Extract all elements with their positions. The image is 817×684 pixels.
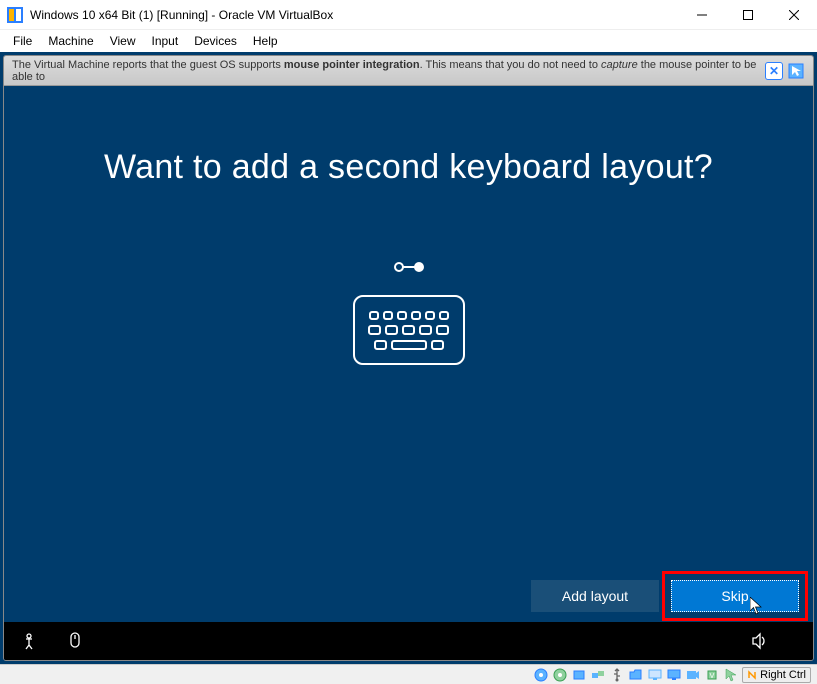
- status-chip-icon[interactable]: V: [704, 667, 720, 683]
- svg-text:V: V: [710, 673, 715, 680]
- menu-view[interactable]: View: [103, 32, 143, 50]
- menu-file[interactable]: File: [6, 32, 39, 50]
- notif-text-2: . This means that you do not need to: [420, 59, 601, 71]
- notification-text: The Virtual Machine reports that the gue…: [12, 59, 765, 83]
- input-method-icon[interactable]: [66, 632, 84, 650]
- status-disc-icon[interactable]: [533, 667, 549, 683]
- titlebar: Windows 10 x64 Bit (1) [Running] - Oracl…: [0, 0, 817, 30]
- notif-text-bold: mouse pointer integration: [284, 59, 420, 71]
- menu-devices[interactable]: Devices: [187, 32, 244, 50]
- close-button[interactable]: [771, 0, 817, 29]
- status-hdd-icon[interactable]: [552, 667, 568, 683]
- menu-input[interactable]: Input: [145, 32, 186, 50]
- notif-text-1: The Virtual Machine reports that the gue…: [12, 59, 284, 71]
- status-display-icon-1[interactable]: [647, 667, 663, 683]
- host-key-label: Right Ctrl: [760, 669, 806, 681]
- window-controls: [679, 0, 817, 29]
- status-usb-icon[interactable]: [609, 667, 625, 683]
- window-title: Windows 10 x64 Bit (1) [Running] - Oracl…: [30, 8, 679, 22]
- status-shared-folder-icon[interactable]: [628, 667, 644, 683]
- menu-machine[interactable]: Machine: [41, 32, 100, 50]
- status-network-icon[interactable]: [590, 667, 606, 683]
- ease-of-access-icon[interactable]: [20, 632, 38, 650]
- minimize-button[interactable]: [679, 0, 725, 29]
- notif-text-italic: capture: [601, 59, 638, 71]
- menubar: File Machine View Input Devices Help: [0, 30, 817, 52]
- cursor-icon: [750, 597, 762, 615]
- host-key-indicator[interactable]: Right Ctrl: [742, 667, 811, 683]
- virtualbox-statusbar: V Right Ctrl: [0, 664, 817, 684]
- notification-close-icon[interactable]: ✕: [765, 62, 783, 80]
- system-bar: [4, 622, 813, 660]
- notification-cursor-icon[interactable]: [787, 62, 805, 80]
- oobe-screen: Want to add a second keyboard layout?: [4, 86, 813, 660]
- maximize-button[interactable]: [725, 0, 771, 29]
- oobe-heading: Want to add a second keyboard layout?: [104, 148, 713, 187]
- notification-bar: The Virtual Machine reports that the gue…: [4, 56, 813, 86]
- status-mouse-icon[interactable]: [723, 667, 739, 683]
- status-recording-icon[interactable]: [685, 667, 701, 683]
- vm-content-area: The Virtual Machine reports that the gue…: [0, 52, 817, 664]
- status-audio-icon[interactable]: [571, 667, 587, 683]
- skip-button-label: Skip: [721, 588, 748, 604]
- status-display-icon-2[interactable]: [666, 667, 682, 683]
- oobe-button-row: Add layout Skip: [531, 580, 799, 612]
- add-layout-button[interactable]: Add layout: [531, 580, 659, 612]
- volume-icon[interactable]: [751, 632, 769, 650]
- keyboard-illustration-icon: [353, 295, 465, 365]
- menu-help[interactable]: Help: [246, 32, 285, 50]
- virtualbox-logo-icon: [7, 7, 23, 23]
- skip-button[interactable]: Skip: [671, 580, 799, 612]
